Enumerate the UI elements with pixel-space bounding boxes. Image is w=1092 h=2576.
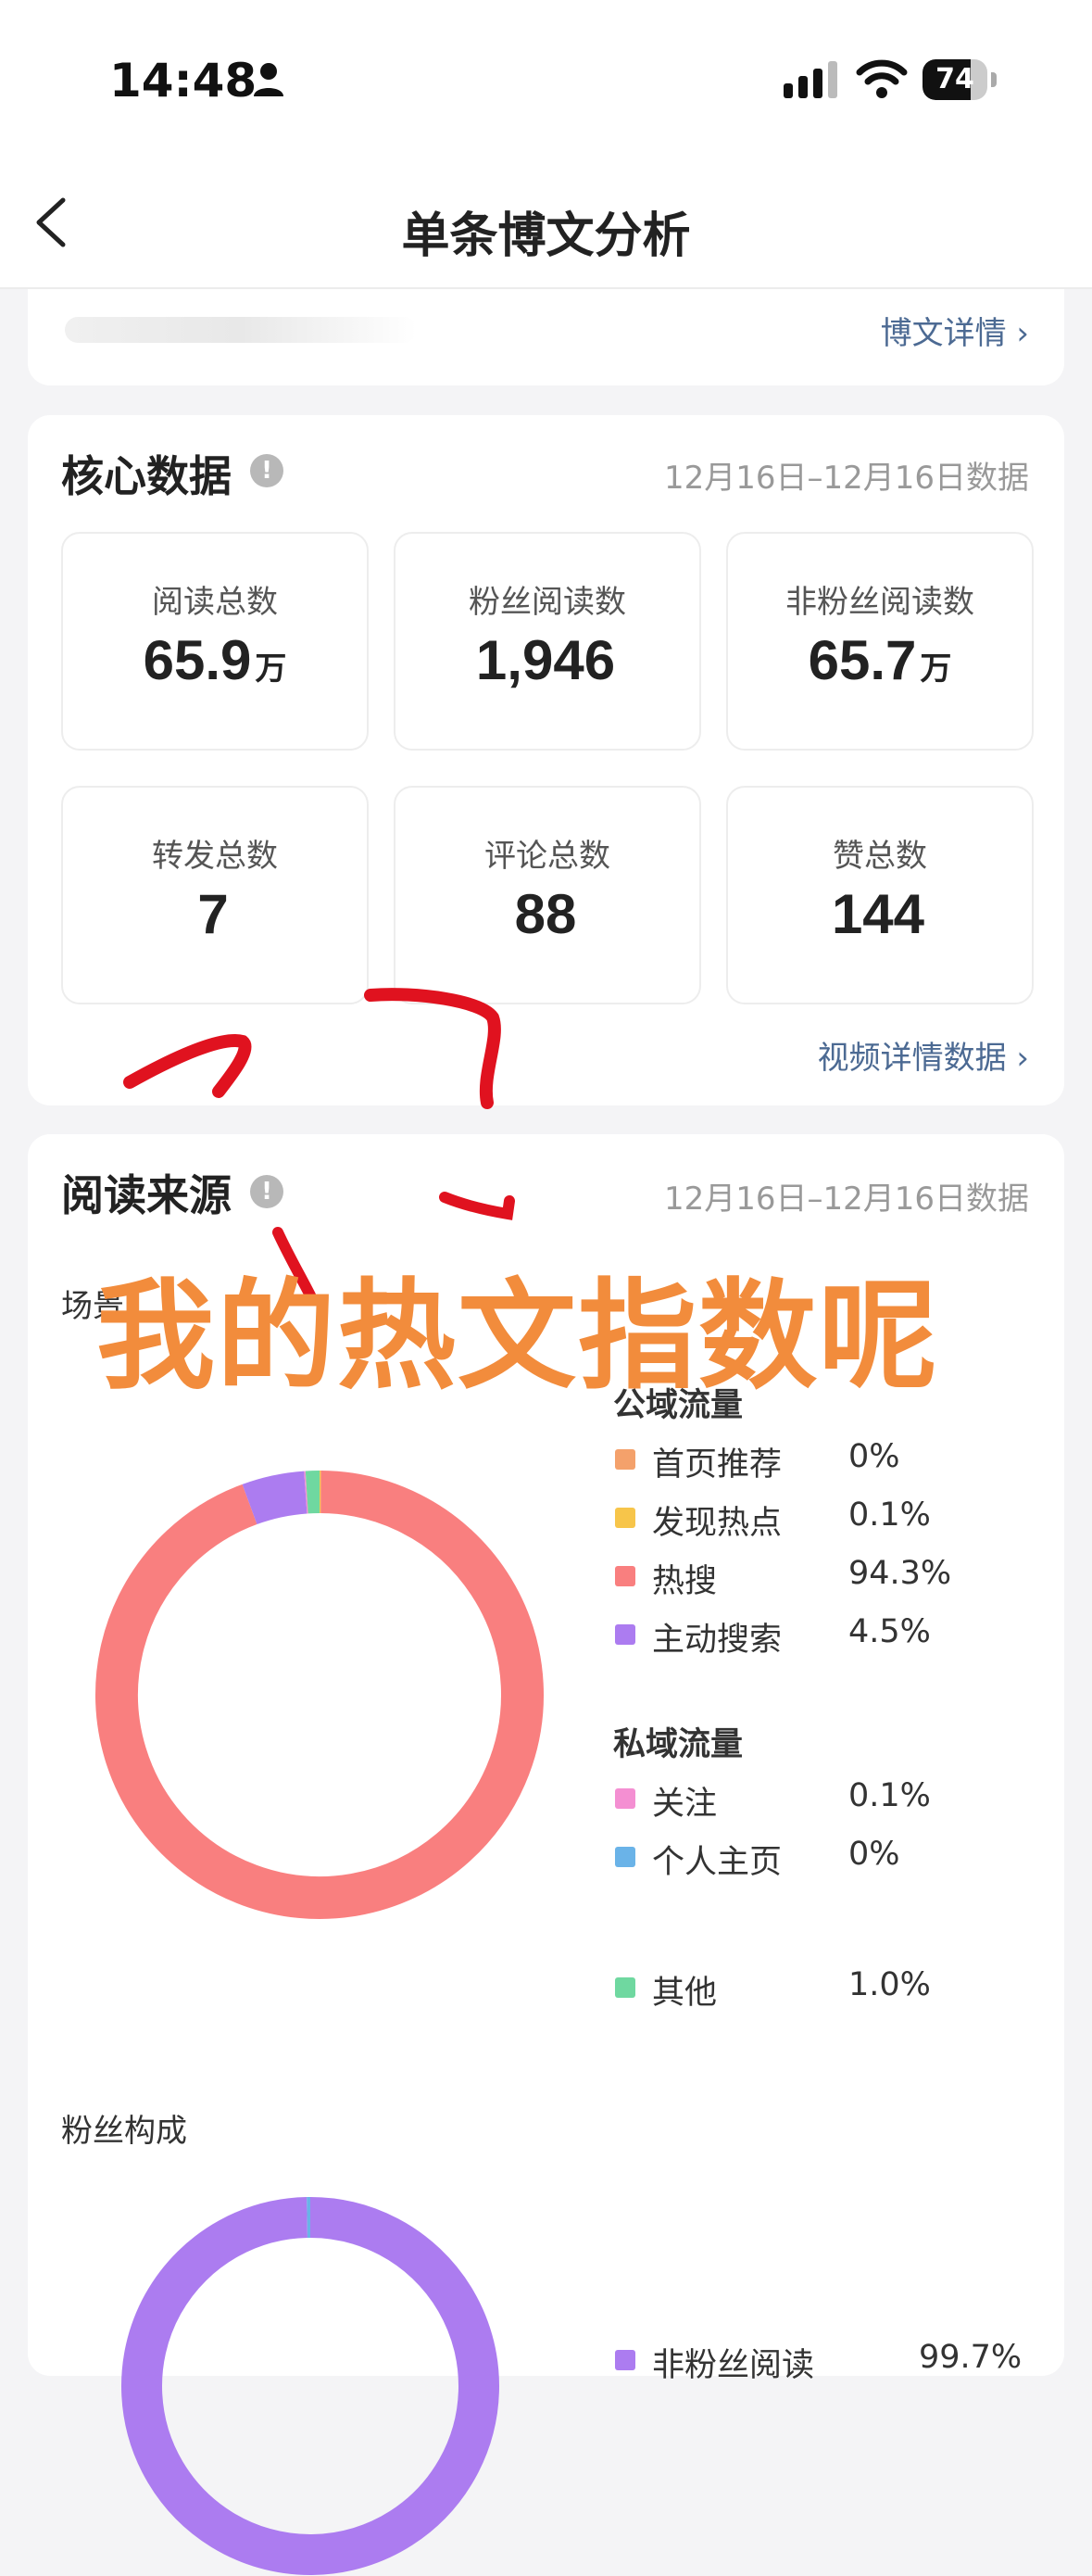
legend-row: 关注0.1% <box>613 1777 1058 1824</box>
stat-value: 65.7万 <box>728 628 1032 692</box>
status-time: 14:48 <box>109 54 257 107</box>
legend-row: 其他1.0% <box>613 1966 1058 2013</box>
stat-label: 评论总数 <box>395 830 699 876</box>
stat-value: 88 <box>395 882 699 946</box>
stat-label: 阅读总数 <box>63 576 367 622</box>
wifi-icon <box>856 57 908 100</box>
battery-icon: 74 <box>923 59 998 100</box>
donut-segment-0 <box>142 2217 479 2555</box>
stat-label: 非粉丝阅读数 <box>728 576 1032 622</box>
scene-donut-chart <box>93 1468 546 1922</box>
overlay-annotation-text: 我的热文指数呢 <box>96 1240 939 1411</box>
legend-row: 发现热点0.1% <box>613 1496 1058 1543</box>
core-data-card: 核心数据 ! 12月16日–12月16日数据 阅读总数 65.9万 粉丝阅读数 … <box>28 415 1064 1105</box>
stat-label: 转发总数 <box>63 830 367 876</box>
legend-row: 个人主页0% <box>613 1836 1058 1882</box>
legend-swatch <box>615 1788 635 1809</box>
battery-percent: 74 <box>923 59 987 100</box>
stat-value: 7 <box>63 882 367 946</box>
private-traffic-heading: 私域流量 <box>613 1718 743 1765</box>
info-icon[interactable]: ! <box>250 454 283 487</box>
donut-segment-2 <box>117 1492 522 1898</box>
legend-row: 热搜94.3% <box>613 1555 1058 1601</box>
stat-card-total-reads[interactable]: 阅读总数 65.9万 <box>61 532 369 751</box>
stat-card-fan-reads[interactable]: 粉丝阅读数 1,946 <box>394 532 701 751</box>
stat-card-reposts[interactable]: 转发总数 7 <box>61 786 369 1004</box>
stat-label: 粉丝阅读数 <box>395 576 699 622</box>
nav-bar: 单条博文分析 <box>0 158 1092 289</box>
info-icon[interactable]: ! <box>250 1175 283 1208</box>
core-data-title: 核心数据 <box>61 443 232 504</box>
status-bar: 14:48 74 <box>0 0 1092 158</box>
stat-card-comments[interactable]: 评论总数 88 <box>394 786 701 1004</box>
stat-card-likes[interactable]: 赞总数 144 <box>726 786 1034 1004</box>
legend-swatch <box>615 1508 635 1528</box>
legend-swatch <box>615 1449 635 1470</box>
page-title: 单条博文分析 <box>0 196 1092 266</box>
person-icon <box>252 61 285 98</box>
legend-swatch <box>615 2350 635 2370</box>
legend-row: 主动搜索4.5% <box>613 1613 1058 1660</box>
donut-segment-3 <box>250 1493 306 1505</box>
core-date-range: 12月16日–12月16日数据 <box>664 452 1029 498</box>
cellular-signal-icon <box>784 61 839 100</box>
legend-row: 首页推荐0% <box>613 1438 1058 1484</box>
legend-swatch <box>615 1566 635 1586</box>
stat-label: 赞总数 <box>728 830 1032 876</box>
stat-value: 144 <box>728 882 1032 946</box>
legend-swatch <box>615 1847 635 1867</box>
source-date-range: 12月16日–12月16日数据 <box>664 1173 1029 1219</box>
legend-swatch <box>615 1977 635 1998</box>
post-detail-link[interactable]: 博文详情 › <box>881 308 1029 353</box>
fans-donut-chart <box>120 2196 500 2576</box>
fans-composition-label: 粉丝构成 <box>61 2105 187 2151</box>
stat-card-nonfan-reads[interactable]: 非粉丝阅读数 65.7万 <box>726 532 1034 751</box>
read-source-title: 阅读来源 <box>61 1162 232 1223</box>
legend-swatch <box>615 1624 635 1645</box>
post-card: 博文详情 › <box>28 289 1064 385</box>
video-detail-link[interactable]: 视频详情数据 › <box>818 1032 1029 1078</box>
stat-value: 1,946 <box>395 628 699 692</box>
blurred-post-text <box>65 317 417 343</box>
stat-value: 65.9万 <box>63 628 367 692</box>
fans-legend-row: 非粉丝阅读99.7% <box>613 2339 1058 2385</box>
